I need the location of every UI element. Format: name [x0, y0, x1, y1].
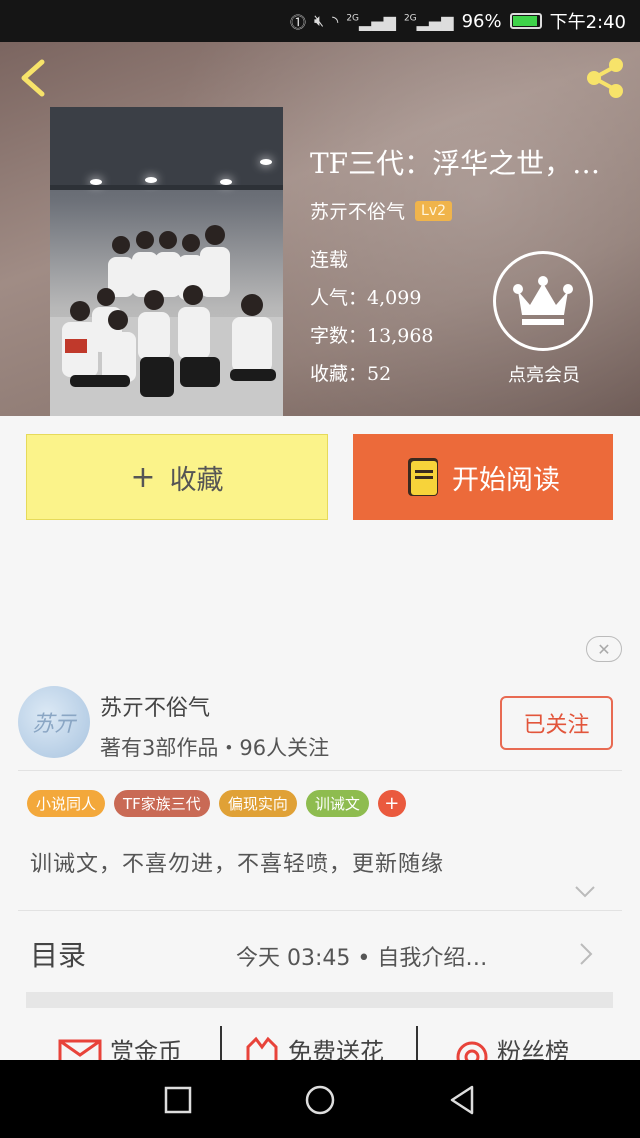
favorites-label: 收藏：	[310, 363, 368, 385]
start-reading-button[interactable]: 开始阅读	[353, 434, 613, 520]
share-icon	[587, 58, 623, 98]
book-cover-image[interactable]	[50, 107, 283, 416]
popularity-value: 4,099	[367, 287, 422, 309]
book-icon	[408, 458, 438, 496]
popularity-label: 人气：	[310, 287, 368, 309]
divider	[18, 770, 622, 771]
triangle-back-icon	[450, 1085, 474, 1115]
action-row: 赏金币 免费送花 粉丝榜	[0, 1026, 640, 1060]
table-of-contents-row[interactable]: 目录 今天 03:45 • 自我介绍…	[0, 920, 640, 988]
book-description: 训诫文，不喜勿进，不喜轻喷，更新随缘	[30, 852, 445, 877]
send-flowers-label: 免费送花	[288, 1038, 384, 1060]
word-count-label: 字数：	[310, 325, 368, 347]
crown-icon-ring	[493, 251, 593, 351]
battery-icon	[509, 13, 542, 29]
mute-icon: 🔇︎	[314, 11, 325, 30]
word-count-value: 13,968	[367, 325, 434, 347]
add-tag-button[interactable]: +	[377, 790, 406, 817]
chevron-down-icon	[575, 886, 595, 898]
close-ad-button[interactable]: ✕	[586, 636, 622, 662]
serial-status: 连载	[310, 249, 349, 271]
divider	[416, 1026, 418, 1060]
signal-2g-icon: 2G▂▄▆	[346, 11, 396, 31]
avatar[interactable]: 苏亓	[18, 686, 90, 758]
tag-item[interactable]: 训诫文	[305, 790, 369, 817]
clock: 下午2:40	[549, 12, 626, 33]
tag-list: 小说同人 TF家族三代 偏现实向 训诫文 +	[27, 790, 406, 817]
signal-2g-icon-2: 2G▂▄▆	[403, 11, 454, 31]
author-row[interactable]: 苏亓不俗气 Lv2	[310, 197, 453, 224]
battery-percent: 96%	[461, 10, 502, 32]
envelope-icon	[58, 1039, 102, 1060]
back-nav-button[interactable]	[444, 1082, 480, 1118]
start-reading-label: 开始阅读	[452, 464, 560, 496]
add-favorite-label: 收藏	[169, 464, 224, 496]
section-divider	[26, 992, 613, 1008]
wifi-icon: ◝	[332, 11, 339, 31]
close-icon: ✕	[597, 639, 611, 659]
author-card: 苏亓 苏亓不俗气 著有3部作品・96人关注 已关注	[0, 680, 640, 770]
avatar-text: 苏亓	[31, 712, 76, 737]
reward-coins-label: 赏金币	[110, 1038, 182, 1060]
divider	[18, 910, 622, 911]
recent-apps-button[interactable]	[160, 1082, 196, 1118]
tag-item[interactable]: 小说同人	[27, 790, 106, 817]
back-arrow-icon	[21, 59, 45, 97]
fan-ranking-button[interactable]: 粉丝榜	[455, 1032, 569, 1060]
plus-icon: +	[130, 459, 156, 495]
divider	[220, 1026, 222, 1060]
fan-ranking-label: 粉丝榜	[497, 1038, 569, 1060]
chevron-right-icon	[580, 943, 593, 965]
back-button[interactable]	[14, 56, 54, 100]
add-favorite-button[interactable]: + 收藏	[26, 434, 328, 520]
popularity-stat: 人气：4,099	[310, 283, 421, 310]
flower-icon	[246, 1036, 278, 1060]
author-card-name[interactable]: 苏亓不俗气	[100, 690, 210, 722]
book-title: TF三代：浮华之世，…	[310, 147, 601, 180]
expand-description-button[interactable]	[574, 884, 596, 898]
tag-item[interactable]: TF家族三代	[114, 790, 210, 817]
reward-coins-button[interactable]: 赏金币	[58, 1032, 182, 1060]
system-nav-bar	[0, 1060, 640, 1138]
favorites-value: 52	[367, 363, 392, 385]
latest-chapter: 今天 03:45 • 自我介绍…	[236, 946, 488, 971]
vip-label: 点亮会员	[508, 365, 580, 386]
toc-label: 目录	[30, 939, 87, 972]
follow-button[interactable]: 已关注	[500, 696, 613, 750]
share-button[interactable]	[582, 56, 628, 100]
crown-icon	[513, 276, 573, 325]
status-bar: ⓵ 🔇︎ ◝ 2G▂▄▆ 2G▂▄▆ 96% 下午2:40	[0, 0, 640, 42]
author-name[interactable]: 苏亓不俗气	[310, 197, 405, 224]
word-count-stat: 字数：13,968	[310, 321, 434, 348]
level-badge: Lv2	[415, 200, 453, 221]
hd-icon: ⓵	[290, 13, 307, 32]
home-button[interactable]	[302, 1082, 338, 1118]
author-card-stats: 著有3部作品・96人关注	[100, 736, 330, 760]
send-flowers-button[interactable]: 免费送花	[244, 1032, 384, 1060]
tag-item[interactable]: 偏现实向	[218, 790, 297, 817]
vip-membership-button[interactable]: 点亮会员	[493, 251, 595, 387]
book-header: TF三代：浮华之世，… 苏亓不俗气 Lv2 连载 人气：4,099 字数：13,…	[0, 42, 640, 416]
favorites-stat: 收藏：52	[310, 359, 391, 386]
ranking-icon	[456, 1041, 488, 1060]
circle-icon	[305, 1085, 335, 1115]
square-icon	[164, 1086, 192, 1114]
